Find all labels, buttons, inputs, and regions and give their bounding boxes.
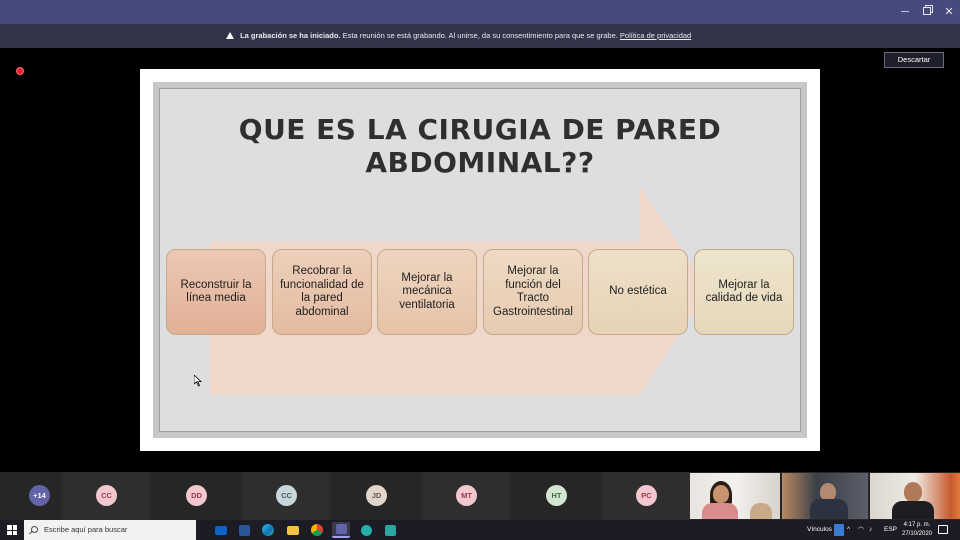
- participant-tile[interactable]: MT: [422, 472, 510, 520]
- title-bar: ─ ✕: [0, 0, 960, 24]
- avatar: CC: [96, 485, 117, 506]
- step-box: Mejorar la función del Tracto Gastrointe…: [483, 249, 583, 335]
- privacy-policy-link[interactable]: Política de privacidad: [620, 31, 691, 40]
- step-label: Mejorar la calidad de vida: [705, 278, 783, 305]
- avatar: MT: [456, 485, 477, 506]
- show-hidden-icons-chevron-icon[interactable]: ^: [847, 520, 850, 540]
- participant-tile[interactable]: CC: [242, 472, 330, 520]
- discard-button[interactable]: Descartar: [884, 52, 944, 68]
- video-figure: [702, 503, 738, 519]
- slide: QUE ES LA CIRUGIA DE PARED ABDOMINAL?? R…: [153, 82, 807, 438]
- step-box: Mejorar la mecánica ventilatoria: [377, 249, 477, 335]
- windows-taskbar: Escribe aquí para buscar Vínculos ^ ◠ ♪ …: [0, 520, 960, 540]
- slide-title-line-1: QUE ES LA CIRUGIA DE PARED: [238, 113, 722, 146]
- participant-tile[interactable]: JD: [332, 472, 420, 520]
- teams-app-icon[interactable]: [332, 522, 350, 538]
- taskbar-search-input[interactable]: Escribe aquí para buscar: [24, 520, 196, 540]
- more-participants-badge[interactable]: +14: [29, 485, 50, 506]
- mail-app-icon[interactable]: [212, 522, 230, 538]
- close-button[interactable]: ✕: [938, 0, 960, 24]
- slide-panel: QUE ES LA CIRUGIA DE PARED ABDOMINAL?? R…: [159, 88, 801, 432]
- slide-title: QUE ES LA CIRUGIA DE PARED ABDOMINAL??: [160, 113, 800, 179]
- video-figure: [892, 501, 934, 519]
- input-language[interactable]: ESP: [884, 520, 897, 540]
- step-box: Mejorar la calidad de vida: [694, 249, 794, 335]
- minimize-button[interactable]: ─: [894, 0, 916, 24]
- search-icon: [31, 526, 38, 533]
- recording-banner: La grabación se ha iniciado. Esta reunió…: [0, 24, 960, 68]
- links-toolbar-label[interactable]: Vínculos: [807, 520, 832, 540]
- chrome-browser-icon[interactable]: [308, 522, 326, 538]
- teams-meeting-window: ─ ✕ La grabación se ha iniciado. Esta re…: [0, 0, 960, 540]
- search-placeholder: Escribe aquí para buscar: [44, 525, 128, 534]
- recording-indicator-icon: [16, 67, 24, 75]
- recording-notice: La grabación se ha iniciado. Esta reunió…: [226, 24, 691, 48]
- avatar: HT: [546, 485, 567, 506]
- participant-tile[interactable]: PC: [602, 472, 690, 520]
- volume-icon[interactable]: ♪: [869, 520, 872, 540]
- video-figure: [713, 485, 729, 503]
- video-figure: [750, 503, 772, 519]
- app-icon[interactable]: [357, 522, 375, 538]
- step-box: Recobrar la funcionalidad de la pared ab…: [272, 249, 372, 335]
- participant-video[interactable]: [690, 473, 780, 519]
- maximize-button[interactable]: [916, 0, 938, 24]
- participant-tile[interactable]: HT: [512, 472, 600, 520]
- step-box: No estética: [588, 249, 688, 335]
- video-figure: [810, 499, 848, 519]
- participant-video[interactable]: [782, 473, 868, 519]
- step-label: Recobrar la funcionalidad de la pared ab…: [280, 265, 364, 318]
- recording-started-text: La grabación se ha iniciado.: [240, 31, 341, 40]
- step-label: Mejorar la función del Tracto Gastrointe…: [493, 265, 573, 318]
- warning-icon: [226, 32, 234, 39]
- windows-start-icon[interactable]: [7, 525, 17, 535]
- notifications-icon[interactable]: [938, 525, 948, 534]
- edge-browser-icon[interactable]: [259, 522, 277, 538]
- step-label: Reconstruir la línea media: [180, 278, 252, 305]
- file-explorer-icon[interactable]: [284, 522, 302, 538]
- step-label: No estética: [609, 285, 667, 298]
- network-icon[interactable]: ◠: [858, 520, 864, 540]
- participant-video[interactable]: [870, 473, 960, 519]
- clock-time: 4:17 p. m.: [903, 522, 931, 528]
- taskbar-clock[interactable]: 4:17 p. m. 27/10/2020: [900, 521, 934, 539]
- participant-tile[interactable]: DD: [152, 472, 240, 520]
- participant-tile[interactable]: CC: [62, 472, 150, 520]
- app-tray-icon[interactable]: [834, 524, 844, 536]
- slide-title-line-2: ABDOMINAL??: [365, 146, 595, 179]
- mouse-pointer-icon: [194, 375, 202, 387]
- more-participants-tile[interactable]: +14: [0, 472, 60, 520]
- clock-date: 27/10/2020: [901, 531, 933, 537]
- avatar: JD: [366, 485, 387, 506]
- video-figure: [904, 482, 922, 502]
- avatar: CC: [276, 485, 297, 506]
- avatar: DD: [186, 485, 207, 506]
- step-box: Reconstruir la línea media: [166, 249, 266, 335]
- app-icon[interactable]: [381, 522, 399, 538]
- avatar: PC: [636, 485, 657, 506]
- app-icon[interactable]: [235, 522, 253, 538]
- restore-icon: [923, 7, 931, 15]
- recording-description: Esta reunión se está grabando. Al unirse…: [342, 31, 618, 40]
- shared-screen: QUE ES LA CIRUGIA DE PARED ABDOMINAL?? R…: [140, 69, 820, 451]
- step-label: Mejorar la mecánica ventilatoria: [399, 271, 455, 311]
